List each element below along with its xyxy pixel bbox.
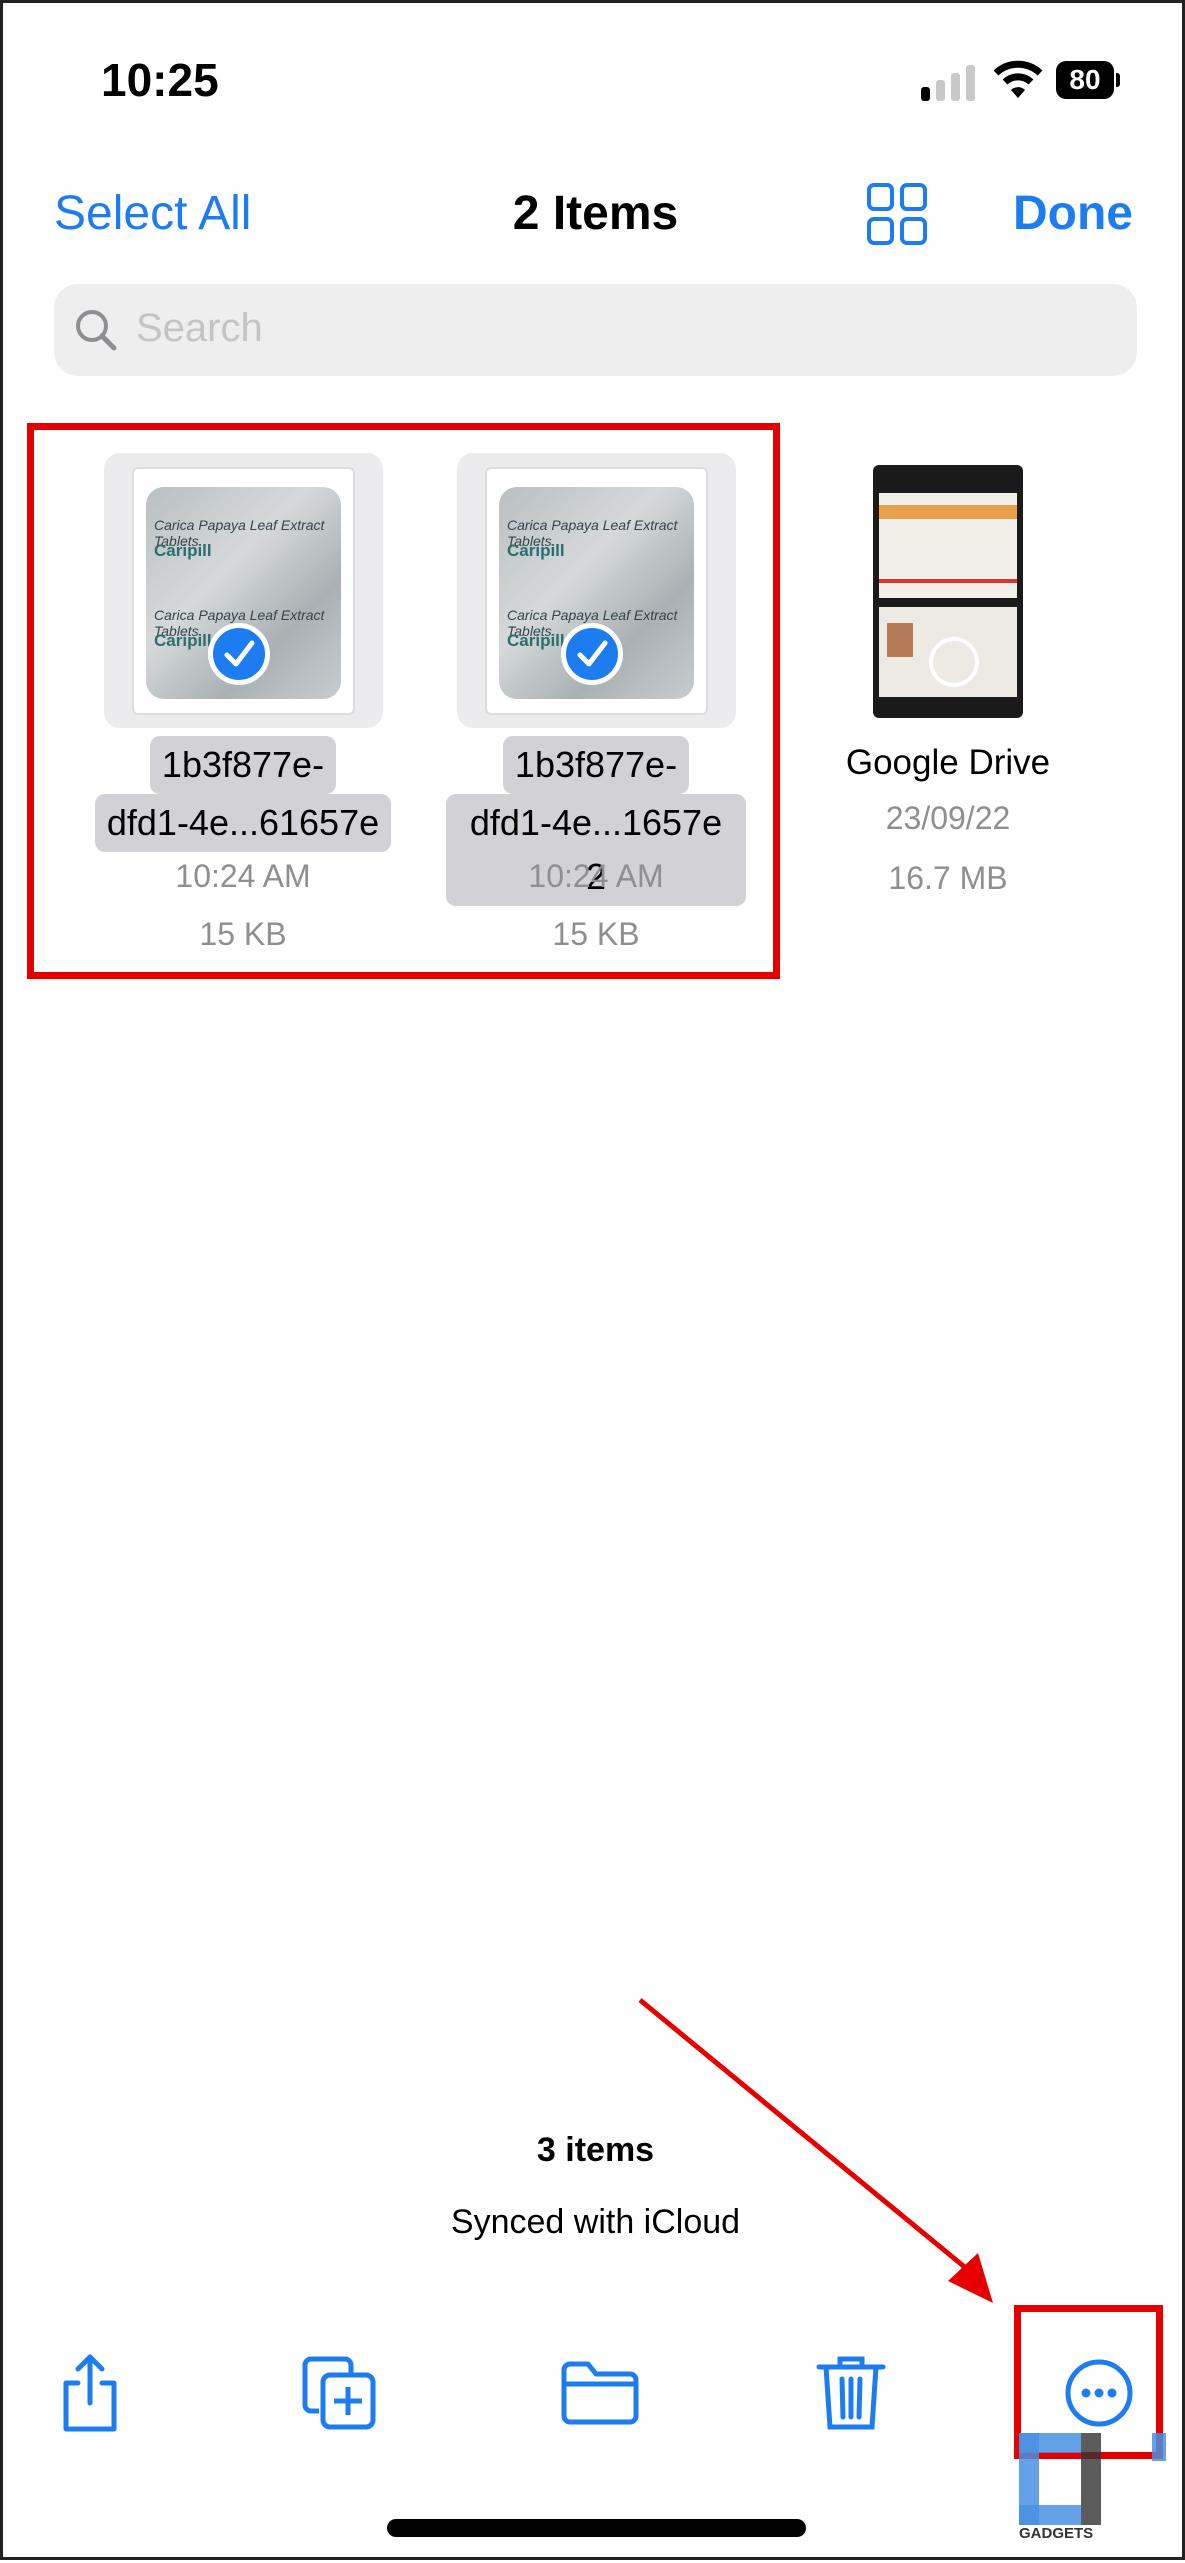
share-icon [63,2354,117,2432]
move-button[interactable] [555,2348,645,2438]
duplicate-button[interactable] [294,2348,384,2438]
trash-icon [816,2356,886,2430]
delete-button[interactable] [806,2348,896,2438]
share-button[interactable] [45,2348,135,2438]
home-indicator [387,2519,806,2537]
watermark-logo: GADGETS [1019,2433,1169,2543]
duplicate-icon [302,2356,376,2430]
annotation-arrow [638,1998,993,2303]
watermark-text: GADGETS [1019,2525,1094,2542]
move-folder-icon [561,2361,639,2425]
